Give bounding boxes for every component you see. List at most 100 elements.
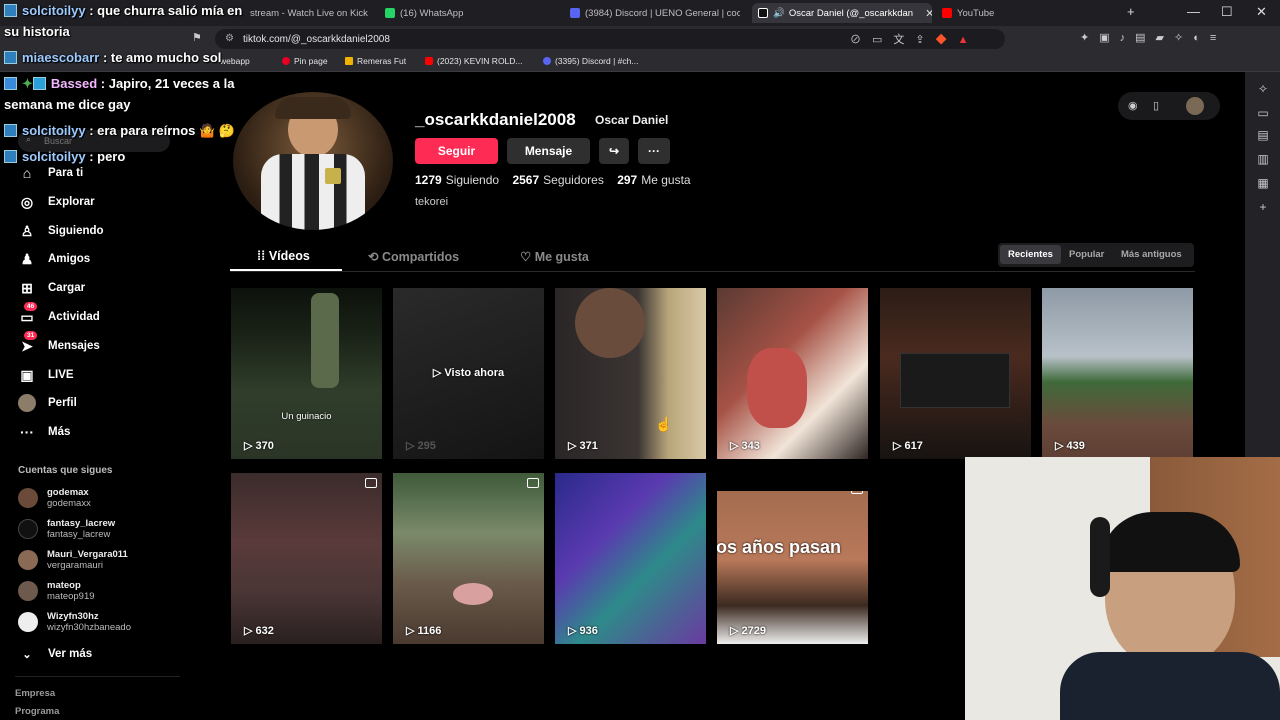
bookmark-icon[interactable]: ⚑ [192,31,202,44]
video-thumbnail[interactable]: ▷ 439 [1042,288,1193,459]
nav-mensajes[interactable]: ➤ 31 Mensajes [18,331,100,355]
music-icon[interactable]: ♪ [1120,32,1136,44]
followed-account[interactable]: Wizyfn30hz wizyfn30hzbaneado [18,611,131,633]
bookmark-remeras[interactable]: Remeras Fut [345,56,406,66]
discord-icon [570,8,580,18]
chat-icon[interactable]: ▭ [1256,106,1270,120]
rewards-icon[interactable]: ▲ [958,34,980,46]
tab-liked[interactable]: ♡ Me gusta [520,249,589,264]
video-thumbnail[interactable]: ▷ Visto ahora ▷ 295 [393,288,544,459]
nav-cargar[interactable]: ⊞ Cargar [18,279,85,297]
play-icon: ▷ [244,625,256,637]
extensions-icon[interactable]: ✦ [1080,32,1099,44]
youtube-icon [425,57,433,65]
reading-list-icon[interactable]: ▤ [1256,128,1270,142]
followed-account[interactable]: godemax godemaxx [18,487,91,509]
toolbar-icons: ✦▣♪▤▰✧◐≡ [1080,31,1226,44]
avatar [18,488,38,508]
nav-siguiendo[interactable]: ♙ Siguiendo [18,222,104,240]
play-icon: ▷ [568,625,580,637]
video-thumbnail[interactable]: ▷ 632 [231,473,382,644]
chat-badge-icon [4,150,17,163]
chat-badge-icon [4,4,17,17]
brave-shield-icon[interactable]: ◆ [936,34,958,46]
active-tab-indicator [230,269,342,271]
avatar [18,550,38,570]
nav-perfil[interactable]: ●Perfil [18,394,77,412]
profile-nickname: Oscar Daniel [595,113,669,127]
tiktok-icon [758,8,768,18]
play-icon: ▷ [1055,440,1067,452]
followed-account[interactable]: Mauri_Vergara011 vergaramauri [18,549,128,571]
camera-off-icon[interactable]: ⊘ [850,34,872,46]
leo-icon[interactable]: ✧ [1174,32,1193,44]
user-avatar[interactable] [1186,97,1204,115]
message-button[interactable]: Mensaje [507,138,590,164]
tab-whatsapp[interactable]: (16) WhatsApp [385,3,555,23]
followed-account[interactable]: mateop mateop919 [18,580,95,602]
bookmark-webapp[interactable]: webapp [220,56,250,66]
nav-live[interactable]: ▣ LIVE [18,366,73,384]
bookmark-discord[interactable]: (3395) Discord | #ch... [543,56,638,66]
sort-popular[interactable]: Popular [1069,249,1104,260]
view-count: ▷ 343 [730,440,760,452]
wallet-icon[interactable]: ▰ [1156,32,1174,44]
video-thumbnail[interactable]: ▷ 1166 [393,473,544,644]
add-panel-icon[interactable]: + [1256,200,1270,214]
video-thumbnail[interactable]: Un guinacio ▷ 370 [231,288,382,459]
minimize-icon[interactable]: — [1187,4,1200,19]
carousel-icon [365,478,377,488]
vpn-icon[interactable]: ◐ [1193,32,1210,44]
maximize-icon[interactable]: ☐ [1221,4,1233,20]
video-thumbnail[interactable]: ▷ 936 [555,473,706,644]
view-count: ▷ 295 [406,440,436,452]
bookmark-pinpage[interactable]: Pin page [282,56,328,66]
tab-videos[interactable]: ⁞⁞ Vídeos [257,249,310,263]
video-thumbnail[interactable]: ▷ 617 [880,288,1031,459]
bookmark-kevin[interactable]: (2023) KEVIN ROLD... [425,56,523,66]
close-window-icon[interactable]: ✕ [1256,4,1267,20]
bookmarks-panel-icon[interactable]: ▥ [1256,152,1270,166]
video-thumbnail[interactable]: ▷ 371 ☝ [555,288,706,459]
tab-tiktok[interactable]: 🔊 Oscar Daniel (@_oscarkkdan ✕ [752,3,932,23]
history-icon[interactable]: ▦ [1256,176,1270,190]
share-icon[interactable]: ⇪ [915,34,935,46]
pinterest-icon [282,57,290,65]
site-info-icon[interactable]: ⚙ [225,33,234,44]
media-icon[interactable]: ▣ [1099,32,1119,44]
footer-link[interactable]: Programa [15,706,59,717]
view-count: ▷ 936 [568,625,598,637]
followed-account[interactable]: fantasy_lacrew fantasy_lacrew [18,518,115,540]
menu-icon[interactable]: ≡ [1210,32,1226,44]
chat-badge-icon [4,77,17,90]
play-icon: ▷ [406,625,418,637]
sidebar-toggle-icon[interactable]: ▤ [1135,32,1155,44]
tab-discord[interactable]: (3984) Discord | UENO General | coo [570,3,740,23]
sort-oldest[interactable]: Más antiguos [1121,249,1182,260]
video-thumbnail[interactable]: os años pasan ▷ 2729 [717,491,868,644]
sort-recent[interactable]: Recientes [1000,245,1061,264]
display-icon[interactable]: ▭ [872,34,893,46]
close-tab-icon[interactable]: ✕ [925,7,932,20]
more-options-icon[interactable]: ··· [638,138,670,164]
translate-icon[interactable]: 文 [893,34,915,46]
new-tab-icon[interactable]: + [1127,4,1135,19]
follow-button[interactable]: Seguir [415,138,498,164]
cursor-icon: ☝ [655,416,673,432]
video-thumbnail[interactable]: ▷ 343 [717,288,868,459]
nav-amigos[interactable]: ♟ Amigos [18,250,90,268]
footer-link[interactable]: Empresa [15,688,55,699]
leo-ai-icon[interactable]: ✧ [1256,82,1270,96]
play-icon: ▷ [568,440,580,452]
eye-icon[interactable]: ◉ [1128,99,1138,112]
share-icon[interactable]: ↪ [599,138,629,164]
profile-avatar-icon: ● [18,394,36,412]
nav-actividad[interactable]: ▭ 46 Actividad [18,302,100,326]
tab-kick[interactable]: stream - Watch Live on Kick [250,3,375,23]
nav-mas[interactable]: ··· Más [18,423,70,441]
tab-youtube[interactable]: YouTube [942,3,1102,23]
phone-icon[interactable]: ▯ [1153,99,1159,112]
tab-shared[interactable]: ⟲ Compartidos [368,249,459,264]
see-more-button[interactable]: ⌄ Ver más [18,645,92,663]
nav-explorar[interactable]: ◎ Explorar [18,193,95,211]
